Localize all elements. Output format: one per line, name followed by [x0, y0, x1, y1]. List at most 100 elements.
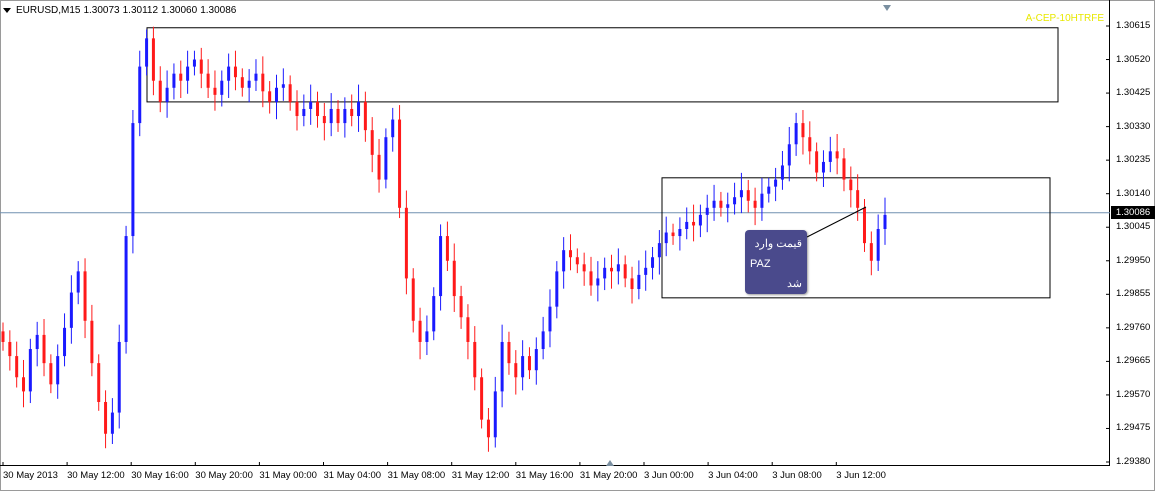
candle-body — [151, 38, 155, 81]
candle-body — [555, 271, 559, 307]
candle-body — [322, 116, 326, 124]
candle-body — [527, 356, 531, 371]
candle-body — [726, 204, 730, 208]
candle-body — [363, 101, 367, 131]
candle-body — [302, 108, 306, 117]
candle-body — [692, 221, 696, 226]
candle-body — [186, 66, 190, 81]
candle-body — [685, 221, 689, 229]
candle-body — [760, 193, 764, 208]
candle-body — [808, 137, 812, 152]
y-tick-label: 1.30330 — [1116, 120, 1151, 132]
candle-body — [343, 108, 347, 124]
candle-body — [69, 292, 73, 328]
callout-pointer — [806, 206, 867, 238]
candle-body — [452, 260, 456, 297]
candle-body — [110, 412, 114, 434]
candle-body — [521, 356, 525, 378]
candle-body — [562, 250, 566, 272]
note-line-2: PAZ — [750, 258, 771, 270]
candle-body — [404, 207, 408, 279]
candle-body — [398, 119, 402, 208]
y-tick-label: 1.29950 — [1116, 254, 1151, 266]
candle-body — [206, 73, 210, 88]
candle-body — [637, 274, 641, 290]
candle-body — [179, 73, 183, 81]
x-tick-label: 3 Jun 04:00 — [708, 470, 758, 481]
candle-body — [97, 363, 101, 402]
scroll-marker-top-icon[interactable] — [883, 5, 891, 11]
candle-body — [316, 101, 320, 117]
candle-body — [603, 267, 607, 279]
y-tick-label: 1.29665 — [1116, 355, 1151, 367]
candle-body — [8, 341, 12, 357]
lower-zone — [661, 177, 1051, 299]
candle-body — [1, 331, 5, 342]
candle-body — [274, 87, 278, 102]
candle-body — [753, 200, 757, 208]
candle-body — [582, 264, 586, 272]
candle-body — [227, 66, 231, 81]
candle-body — [739, 190, 743, 198]
candle-body — [815, 151, 819, 173]
candle-body — [15, 356, 19, 378]
candle-body — [49, 363, 53, 385]
candle-body — [623, 264, 627, 279]
candle-body — [869, 243, 873, 261]
x-tick-label: 31 May 16:00 — [515, 470, 574, 481]
candle-body — [678, 228, 682, 237]
candle-body — [746, 190, 750, 201]
candle-body — [172, 73, 176, 88]
candle-body — [712, 200, 716, 208]
x-tick-label: 30 May 20:00 — [195, 470, 253, 481]
candle-body — [780, 165, 784, 180]
candle-body — [507, 341, 511, 364]
candle-body — [671, 232, 675, 237]
candle-body — [883, 214, 887, 229]
candle-body — [644, 267, 648, 275]
candle-body — [698, 214, 702, 226]
price-chart[interactable] — [0, 0, 1110, 466]
candle-body — [288, 84, 292, 102]
candle-body — [131, 123, 135, 237]
candle-body — [651, 257, 655, 268]
candle-body — [309, 101, 313, 109]
candle-body — [370, 130, 374, 155]
y-tick-label: 1.29475 — [1116, 422, 1151, 434]
x-tick-label: 31 May 20:00 — [579, 470, 638, 481]
candle-body — [439, 236, 443, 297]
candle-body — [705, 207, 709, 215]
candle-body — [254, 73, 258, 81]
candle-body — [384, 137, 388, 180]
candle-body — [459, 296, 463, 318]
candle-body — [876, 228, 880, 261]
candle-body — [610, 267, 614, 272]
candle-body — [336, 108, 340, 124]
candle-body — [295, 101, 299, 117]
current-price-label: 1.30086 — [1111, 206, 1155, 220]
candle-body — [158, 80, 162, 102]
candle-body — [849, 179, 853, 191]
candle-body — [657, 243, 661, 258]
x-tick-label: 30 May 12:00 — [67, 470, 125, 481]
candle-body — [767, 186, 771, 194]
candle-body — [541, 331, 545, 350]
candle-body — [22, 377, 26, 392]
candle-body — [233, 66, 237, 78]
candle-body — [842, 158, 846, 180]
candle-body — [165, 87, 169, 102]
candle-body — [480, 377, 484, 420]
scroll-marker-bottom-icon[interactable] — [606, 460, 614, 466]
candle-body — [104, 401, 108, 434]
candle-body — [83, 271, 87, 321]
candle-body — [568, 250, 572, 258]
candle-body — [213, 87, 217, 95]
candle-body — [76, 271, 80, 293]
note-line-1: قیمت وارد — [754, 238, 802, 250]
candle-body — [261, 73, 265, 92]
annotation-callout[interactable]: قیمت وارد PAZ شد — [745, 230, 807, 294]
y-tick-label: 1.30615 — [1116, 20, 1151, 31]
candle-body — [56, 356, 60, 385]
x-tick-label: 31 May 12:00 — [451, 470, 510, 481]
candle-body — [719, 200, 723, 208]
